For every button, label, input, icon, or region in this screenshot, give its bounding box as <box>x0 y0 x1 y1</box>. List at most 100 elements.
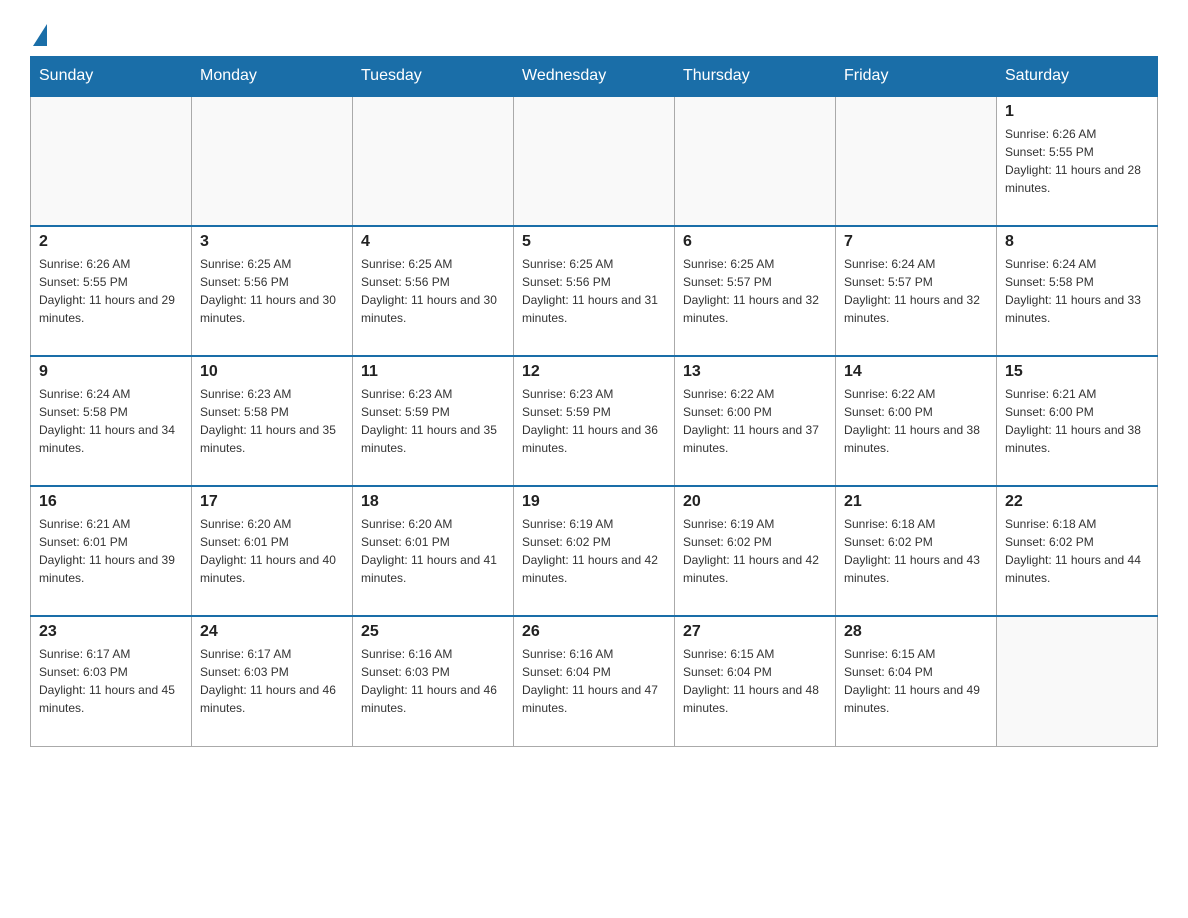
day-info: Sunrise: 6:19 AMSunset: 6:02 PMDaylight:… <box>683 515 827 587</box>
calendar-day-cell: 18Sunrise: 6:20 AMSunset: 6:01 PMDayligh… <box>353 486 514 616</box>
day-info: Sunrise: 6:15 AMSunset: 6:04 PMDaylight:… <box>844 645 988 717</box>
day-number: 4 <box>361 233 505 251</box>
logo-triangle-icon <box>33 24 47 46</box>
day-number: 21 <box>844 493 988 511</box>
day-info: Sunrise: 6:25 AMSunset: 5:57 PMDaylight:… <box>683 255 827 327</box>
day-number: 24 <box>200 623 344 641</box>
day-number: 15 <box>1005 363 1149 381</box>
calendar-day-cell <box>353 96 514 226</box>
day-number: 27 <box>683 623 827 641</box>
calendar-day-cell: 4 Sunrise: 6:25 AMSunset: 5:56 PMDaylight… <box>353 226 514 356</box>
day-number: 28 <box>844 623 988 641</box>
day-number: 1 <box>1005 103 1149 121</box>
calendar-day-cell: 17 Sunrise: 6:20 AMSunset: 6:01 PMDayligh… <box>192 486 353 616</box>
calendar-header-tuesday: Tuesday <box>353 57 514 97</box>
day-number: 7 <box>844 233 988 251</box>
day-info: Sunrise: 6:26 AMSunset: 5:55 PMDaylight:… <box>39 255 183 327</box>
logo <box>30 20 47 46</box>
calendar-day-cell <box>836 96 997 226</box>
calendar-day-cell: 13Sunrise: 6:22 AMSunset: 6:00 PMDayligh… <box>675 356 836 486</box>
calendar-header-monday: Monday <box>192 57 353 97</box>
calendar-day-cell <box>997 616 1158 746</box>
calendar-day-cell: 2 Sunrise: 6:26 AMSunset: 5:55 PMDaylight… <box>31 226 192 356</box>
calendar-week-row: 1 Sunrise: 6:26 AMSunset: 5:55 PMDaylight… <box>31 96 1158 226</box>
day-number: 20 <box>683 493 827 511</box>
day-number: 25 <box>361 623 505 641</box>
day-info: Sunrise: 6:20 AMSunset: 6:01 PMDaylight:… <box>200 515 344 587</box>
day-number: 6 <box>683 233 827 251</box>
day-info: Sunrise: 6:17 AMSunset: 6:03 PMDaylight:… <box>39 645 183 717</box>
day-number: 22 <box>1005 493 1149 511</box>
calendar-header-saturday: Saturday <box>997 57 1158 97</box>
day-number: 17 <box>200 493 344 511</box>
calendar-day-cell: 24 Sunrise: 6:17 AMSunset: 6:03 PMDayligh… <box>192 616 353 746</box>
calendar-day-cell: 10 Sunrise: 6:23 AMSunset: 5:58 PMDayligh… <box>192 356 353 486</box>
day-info: Sunrise: 6:25 AMSunset: 5:56 PMDaylight:… <box>200 255 344 327</box>
day-info: Sunrise: 6:21 AMSunset: 6:01 PMDaylight:… <box>39 515 183 587</box>
day-info: Sunrise: 6:24 AMSunset: 5:57 PMDaylight:… <box>844 255 988 327</box>
calendar-day-cell <box>192 96 353 226</box>
calendar-day-cell: 16 Sunrise: 6:21 AMSunset: 6:01 PMDayligh… <box>31 486 192 616</box>
calendar-day-cell <box>675 96 836 226</box>
calendar-day-cell: 9 Sunrise: 6:24 AMSunset: 5:58 PMDaylight… <box>31 356 192 486</box>
day-number: 12 <box>522 363 666 381</box>
calendar-day-cell <box>514 96 675 226</box>
calendar-day-cell <box>31 96 192 226</box>
day-info: Sunrise: 6:21 AMSunset: 6:00 PMDaylight:… <box>1005 385 1149 457</box>
day-info: Sunrise: 6:25 AMSunset: 5:56 PMDaylight:… <box>522 255 666 327</box>
day-info: Sunrise: 6:16 AMSunset: 6:03 PMDaylight:… <box>361 645 505 717</box>
calendar-day-cell: 6 Sunrise: 6:25 AMSunset: 5:57 PMDaylight… <box>675 226 836 356</box>
calendar-day-cell: 21 Sunrise: 6:18 AMSunset: 6:02 PMDayligh… <box>836 486 997 616</box>
day-info: Sunrise: 6:26 AMSunset: 5:55 PMDaylight:… <box>1005 125 1149 197</box>
calendar-day-cell: 11 Sunrise: 6:23 AMSunset: 5:59 PMDayligh… <box>353 356 514 486</box>
day-info: Sunrise: 6:17 AMSunset: 6:03 PMDaylight:… <box>200 645 344 717</box>
calendar-header-sunday: Sunday <box>31 57 192 97</box>
calendar-day-cell: 23 Sunrise: 6:17 AMSunset: 6:03 PMDayligh… <box>31 616 192 746</box>
day-info: Sunrise: 6:23 AMSunset: 5:59 PMDaylight:… <box>361 385 505 457</box>
day-info: Sunrise: 6:18 AMSunset: 6:02 PMDaylight:… <box>844 515 988 587</box>
calendar-day-cell: 15 Sunrise: 6:21 AMSunset: 6:00 PMDayligh… <box>997 356 1158 486</box>
day-number: 23 <box>39 623 183 641</box>
calendar-day-cell: 25 Sunrise: 6:16 AMSunset: 6:03 PMDayligh… <box>353 616 514 746</box>
day-info: Sunrise: 6:19 AMSunset: 6:02 PMDaylight:… <box>522 515 666 587</box>
day-number: 16 <box>39 493 183 511</box>
calendar-day-cell: 1 Sunrise: 6:26 AMSunset: 5:55 PMDaylight… <box>997 96 1158 226</box>
day-number: 13 <box>683 363 827 381</box>
calendar-week-row: 23 Sunrise: 6:17 AMSunset: 6:03 PMDayligh… <box>31 616 1158 746</box>
calendar-header-row: SundayMondayTuesdayWednesdayThursdayFrid… <box>31 57 1158 97</box>
day-info: Sunrise: 6:23 AMSunset: 5:59 PMDaylight:… <box>522 385 666 457</box>
day-info: Sunrise: 6:18 AMSunset: 6:02 PMDaylight:… <box>1005 515 1149 587</box>
calendar-day-cell: 3 Sunrise: 6:25 AMSunset: 5:56 PMDaylight… <box>192 226 353 356</box>
calendar-day-cell: 28 Sunrise: 6:15 AMSunset: 6:04 PMDayligh… <box>836 616 997 746</box>
day-number: 26 <box>522 623 666 641</box>
calendar-header-friday: Friday <box>836 57 997 97</box>
calendar-week-row: 9 Sunrise: 6:24 AMSunset: 5:58 PMDaylight… <box>31 356 1158 486</box>
day-number: 5 <box>522 233 666 251</box>
calendar-day-cell: 27 Sunrise: 6:15 AMSunset: 6:04 PMDayligh… <box>675 616 836 746</box>
calendar-day-cell: 14Sunrise: 6:22 AMSunset: 6:00 PMDayligh… <box>836 356 997 486</box>
day-info: Sunrise: 6:15 AMSunset: 6:04 PMDaylight:… <box>683 645 827 717</box>
day-info: Sunrise: 6:22 AMSunset: 6:00 PMDaylight:… <box>844 385 988 457</box>
day-info: Sunrise: 6:24 AMSunset: 5:58 PMDaylight:… <box>39 385 183 457</box>
calendar-week-row: 2 Sunrise: 6:26 AMSunset: 5:55 PMDaylight… <box>31 226 1158 356</box>
calendar-table: SundayMondayTuesdayWednesdayThursdayFrid… <box>30 56 1158 747</box>
day-number: 2 <box>39 233 183 251</box>
calendar-day-cell: 19 Sunrise: 6:19 AMSunset: 6:02 PMDayligh… <box>514 486 675 616</box>
day-number: 3 <box>200 233 344 251</box>
calendar-day-cell: 22 Sunrise: 6:18 AMSunset: 6:02 PMDayligh… <box>997 486 1158 616</box>
calendar-header-thursday: Thursday <box>675 57 836 97</box>
day-info: Sunrise: 6:23 AMSunset: 5:58 PMDaylight:… <box>200 385 344 457</box>
day-info: Sunrise: 6:25 AMSunset: 5:56 PMDaylight:… <box>361 255 505 327</box>
day-number: 9 <box>39 363 183 381</box>
day-number: 8 <box>1005 233 1149 251</box>
day-number: 11 <box>361 363 505 381</box>
calendar-day-cell: 8 Sunrise: 6:24 AMSunset: 5:58 PMDaylight… <box>997 226 1158 356</box>
day-info: Sunrise: 6:24 AMSunset: 5:58 PMDaylight:… <box>1005 255 1149 327</box>
day-number: 19 <box>522 493 666 511</box>
day-info: Sunrise: 6:20 AMSunset: 6:01 PMDaylight:… <box>361 515 505 587</box>
calendar-day-cell: 20 Sunrise: 6:19 AMSunset: 6:02 PMDayligh… <box>675 486 836 616</box>
day-number: 10 <box>200 363 344 381</box>
calendar-header-wednesday: Wednesday <box>514 57 675 97</box>
calendar-day-cell: 5 Sunrise: 6:25 AMSunset: 5:56 PMDaylight… <box>514 226 675 356</box>
header <box>30 20 1158 46</box>
